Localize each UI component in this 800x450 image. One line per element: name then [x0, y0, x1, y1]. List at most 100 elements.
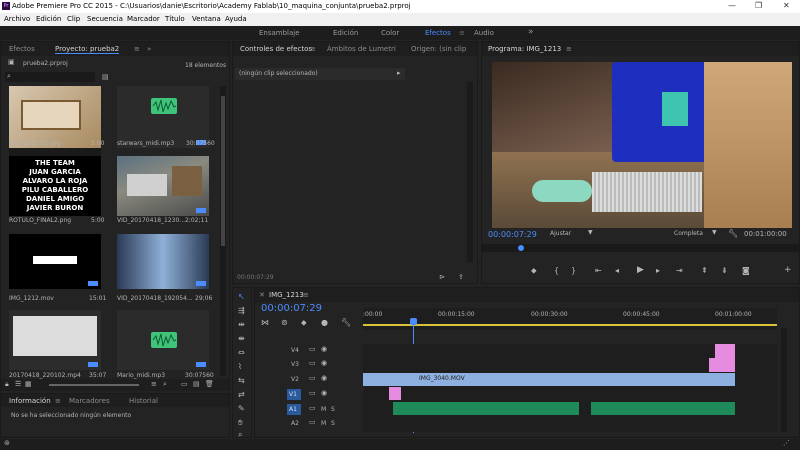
- tab-controles-efectos[interactable]: Controles de efectos: [240, 45, 312, 53]
- workspace-ensamblaje[interactable]: Ensamblaje: [259, 29, 300, 37]
- linked-selection-icon[interactable]: ⊚: [281, 318, 288, 327]
- add-button-icon[interactable]: +: [784, 265, 792, 275]
- icon-view-icon[interactable]: ▦: [25, 380, 32, 388]
- eye-icon[interactable]: ◉: [321, 345, 327, 353]
- menu-marcador[interactable]: Marcador: [127, 15, 160, 23]
- tab-efectos[interactable]: Efectos: [9, 45, 35, 53]
- menu-ayuda[interactable]: Ayuda: [225, 15, 247, 23]
- menu-edicion[interactable]: Edición: [36, 15, 61, 23]
- hand-tool-icon[interactable]: ✋︎: [238, 418, 243, 428]
- list-item[interactable]: [9, 310, 101, 370]
- track-select-tool-icon[interactable]: ⇶: [238, 306, 245, 315]
- tab-proyecto[interactable]: Proyecto: prueba2: [55, 45, 120, 54]
- camera-toggle-icon[interactable]: ▭: [309, 374, 316, 382]
- wrench-icon[interactable]: 🔧︎: [728, 229, 738, 238]
- new-item-icon[interactable]: ▤: [193, 380, 200, 388]
- list-view-icon[interactable]: ☰: [15, 380, 21, 388]
- workspace-edicion[interactable]: Edición: [333, 29, 358, 37]
- lock-icon[interactable]: 🔒︎: [5, 380, 9, 389]
- close-tab-icon[interactable]: ✕: [259, 291, 265, 299]
- eye-icon[interactable]: ◉: [321, 359, 327, 367]
- razor-tool-icon[interactable]: ⌇: [238, 362, 242, 371]
- timeline-timecode[interactable]: 00:00:07:29: [261, 303, 322, 314]
- tab-sequence[interactable]: IMG_1213: [269, 291, 304, 299]
- list-item[interactable]: [117, 156, 209, 216]
- mute-button[interactable]: M: [321, 406, 326, 413]
- minimize-icon[interactable]: —: [728, 1, 736, 10]
- camera-toggle-icon[interactable]: ▭: [309, 359, 316, 367]
- tab-historial[interactable]: Historial: [129, 397, 158, 405]
- marker-icon[interactable]: ●: [321, 318, 328, 327]
- program-scrubber[interactable]: [482, 244, 800, 252]
- solo-button[interactable]: S: [331, 420, 335, 427]
- fit-dropdown[interactable]: Ajustar ▼: [550, 229, 600, 240]
- trash-icon[interactable]: 🗑︎: [205, 380, 214, 388]
- ripple-edit-tool-icon[interactable]: ⇹: [238, 320, 245, 329]
- work-area-bar[interactable]: [363, 324, 777, 326]
- v1-target[interactable]: V1: [287, 389, 301, 400]
- tab-programa[interactable]: Programa: IMG_1213: [488, 45, 561, 53]
- time-ruler[interactable]: :00:00 00:00:15:00 00:00:30:00 00:00:45:…: [363, 308, 777, 330]
- search-input[interactable]: ⌕: [5, 72, 95, 82]
- panel-menu-icon[interactable]: ≡: [55, 397, 61, 405]
- rolling-edit-tool-icon[interactable]: ⇼: [238, 334, 245, 343]
- quality-dropdown[interactable]: Completa ▼: [674, 229, 724, 240]
- timeline-scrollbar[interactable]: [781, 328, 787, 432]
- export-icon[interactable]: ⇪: [458, 273, 464, 281]
- menu-titulo[interactable]: Título: [165, 15, 185, 23]
- list-item[interactable]: [9, 86, 101, 160]
- list-item[interactable]: [9, 234, 101, 289]
- go-to-in-icon[interactable]: ⇤: [595, 266, 602, 275]
- eye-icon[interactable]: ◉: [321, 389, 327, 397]
- menu-archivo[interactable]: Archivo: [4, 15, 30, 23]
- panel-menu-icon[interactable]: ≡: [134, 45, 140, 53]
- list-item[interactable]: THE TEAM JUAN GARCIA ALVARO LA ROJA PILU…: [9, 156, 101, 216]
- list-item[interactable]: [117, 310, 209, 370]
- camera-toggle-icon[interactable]: ▭: [309, 345, 316, 353]
- panel-menu-icon[interactable]: ≡: [566, 45, 572, 53]
- filter-icon[interactable]: ⊳: [439, 273, 445, 281]
- snap-icon[interactable]: ⋈: [261, 318, 269, 327]
- new-folder-icon[interactable]: ▭: [181, 380, 188, 388]
- tab-marcadores[interactable]: Marcadores: [69, 397, 110, 405]
- slide-tool-icon[interactable]: ⇄: [238, 390, 245, 399]
- workspace-color[interactable]: Color: [381, 29, 399, 37]
- video-clip[interactable]: IMG_3040.MOV: [363, 373, 735, 386]
- list-item[interactable]: [117, 86, 209, 148]
- playhead-marker[interactable]: [518, 245, 524, 251]
- play-arrow-icon[interactable]: ▸: [397, 69, 401, 77]
- rate-stretch-tool-icon[interactable]: ⇔: [238, 348, 245, 357]
- workspace-efectos[interactable]: Efectos: [425, 29, 451, 37]
- playhead-handle[interactable]: [410, 318, 417, 325]
- scrollbar[interactable]: [467, 82, 473, 262]
- slip-tool-icon[interactable]: ⇆: [238, 376, 245, 385]
- search-bin-icon[interactable]: ⌕: [163, 380, 167, 389]
- camera-toggle-icon[interactable]: ▭: [309, 404, 316, 412]
- mark-in-icon[interactable]: {: [554, 266, 559, 275]
- solo-button[interactable]: S: [331, 406, 335, 413]
- add-marker-icon[interactable]: ⬥: [301, 318, 307, 328]
- workspace-audio[interactable]: Audio: [474, 29, 494, 37]
- tab-informacion[interactable]: Información: [9, 397, 51, 405]
- title-clip[interactable]: [389, 387, 401, 400]
- workspace-menu-icon[interactable]: ≡: [459, 29, 465, 37]
- camera-toggle-icon[interactable]: ▭: [309, 389, 316, 397]
- sort-icon[interactable]: ≡: [151, 380, 157, 388]
- step-back-icon[interactable]: ◂: [615, 266, 619, 275]
- zoom-slider[interactable]: [49, 384, 139, 386]
- list-item[interactable]: [117, 234, 209, 289]
- add-marker-icon[interactable]: ⬥: [531, 266, 537, 276]
- menu-ventana[interactable]: Ventana: [192, 15, 221, 23]
- title-clip[interactable]: [715, 344, 735, 358]
- play-icon[interactable]: ▶: [637, 265, 644, 275]
- panel-menu-icon[interactable]: ≡: [303, 291, 309, 299]
- more-workspaces-icon[interactable]: »: [528, 27, 534, 37]
- camera-toggle-icon[interactable]: ▭: [309, 418, 316, 426]
- panel-expand-icon[interactable]: »: [147, 45, 151, 53]
- step-forward-icon[interactable]: ▸: [656, 266, 660, 275]
- menu-clip[interactable]: Clip: [67, 15, 80, 23]
- tab-lumetri[interactable]: Ámbitos de Lumetri: [327, 45, 396, 53]
- track-area[interactable]: IMG_3040.MOV: [363, 344, 777, 432]
- mark-out-icon[interactable]: }: [571, 266, 576, 275]
- scroll-thumb[interactable]: [221, 96, 225, 246]
